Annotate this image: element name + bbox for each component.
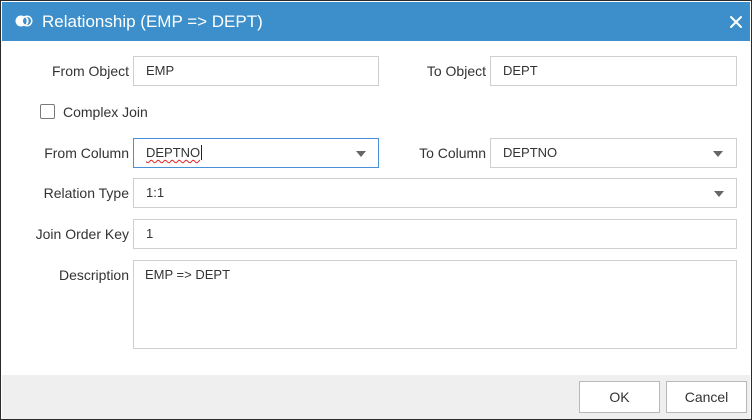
description-label: Description	[58, 267, 129, 283]
close-icon[interactable]	[726, 12, 746, 32]
complex-join-label[interactable]: Complex Join	[63, 102, 148, 122]
from-column-label: From Column	[44, 145, 129, 161]
to-object-value: DEPT	[503, 63, 538, 78]
from-object-input[interactable]: EMP	[133, 56, 379, 86]
chevron-down-icon[interactable]	[713, 151, 723, 157]
relation-type-value: 1:1	[146, 185, 165, 200]
join-order-key-value: 1	[146, 226, 154, 241]
relationship-dialog: Relationship (EMP => DEPT) From Object E…	[0, 0, 752, 420]
complex-join-checkbox[interactable]	[40, 104, 55, 119]
dialog-title: Relationship (EMP => DEPT)	[42, 12, 263, 31]
description-value: EMP => DEPT	[145, 267, 231, 282]
ok-button[interactable]: OK	[579, 381, 660, 413]
description-textarea[interactable]: EMP => DEPT	[133, 260, 737, 349]
from-object-label: From Object	[51, 63, 129, 79]
from-column-value: DEPTNO	[146, 145, 201, 160]
chevron-down-icon[interactable]	[356, 151, 366, 157]
dialog-titlebar[interactable]: Relationship (EMP => DEPT)	[2, 2, 750, 41]
to-column-value: DEPTNO	[503, 145, 558, 160]
join-order-key-input[interactable]: 1	[133, 219, 737, 249]
from-column-select[interactable]: DEPTNO	[133, 138, 379, 168]
to-object-input[interactable]: DEPT	[490, 56, 737, 86]
chevron-down-icon[interactable]	[714, 191, 724, 197]
to-object-label: To Object	[426, 63, 486, 79]
from-object-value: EMP	[146, 63, 175, 78]
to-column-select[interactable]: DEPTNO	[490, 138, 737, 168]
cancel-button[interactable]: Cancel	[666, 381, 747, 413]
join-order-key-label: Join Order Key	[35, 226, 129, 242]
relation-type-label: Relation Type	[43, 185, 129, 201]
relationship-icon	[15, 14, 33, 28]
to-column-label: To Column	[419, 145, 486, 161]
relation-type-select[interactable]: 1:1	[133, 178, 737, 208]
text-cursor	[201, 145, 203, 160]
